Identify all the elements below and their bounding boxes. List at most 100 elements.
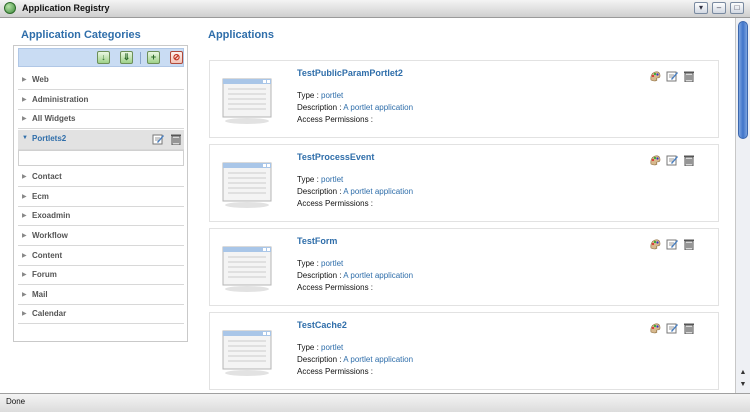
palette-icon[interactable] xyxy=(649,70,661,82)
delete-icon[interactable] xyxy=(683,70,695,82)
application-type: Type : portlet xyxy=(297,91,344,100)
scroll-up-arrow-icon[interactable]: ▲ xyxy=(738,368,748,378)
minimize-button[interactable]: – xyxy=(712,2,726,14)
card-actions xyxy=(649,154,699,168)
card-actions xyxy=(649,322,699,336)
application-name[interactable]: TestProcessEvent xyxy=(297,152,374,162)
status-bar: Done xyxy=(0,393,750,412)
categories-title: Application Categories xyxy=(21,29,141,41)
category-calendar[interactable]: ▶ Calendar xyxy=(18,305,184,324)
application-card[interactable]: TestPublicParamPortlet2 Type : portlet D… xyxy=(209,60,719,138)
portlet-thumbnail-icon xyxy=(222,78,272,124)
application-description: Description : A portlet application xyxy=(297,271,414,280)
category-label: All Widgets xyxy=(32,114,76,123)
edit-icon[interactable] xyxy=(666,322,678,334)
remove-icon[interactable]: ⊘ xyxy=(170,51,183,64)
application-description: Description : A portlet application xyxy=(297,355,414,364)
category-label: Web xyxy=(32,75,49,84)
category-label: Administration xyxy=(32,95,89,104)
application-access: Access Permissions : xyxy=(297,115,374,124)
card-actions xyxy=(649,238,699,252)
edit-icon[interactable] xyxy=(666,70,678,82)
category-label: Calendar xyxy=(32,309,67,318)
app-icon xyxy=(4,2,16,14)
palette-icon[interactable] xyxy=(649,238,661,250)
expanded-arrow-icon: ▼ xyxy=(22,135,28,141)
categories-toolbar: ↓ ⇓ + ⊘ xyxy=(18,48,184,67)
application-access: Access Permissions : xyxy=(297,199,374,208)
card-actions xyxy=(649,70,699,84)
category-label: Portlets2 xyxy=(32,134,67,143)
application-type: Type : portlet xyxy=(297,175,344,184)
collapsed-arrow-icon: ▶ xyxy=(22,272,27,278)
collapsed-arrow-icon: ▶ xyxy=(22,233,27,239)
application-access: Access Permissions : xyxy=(297,283,374,292)
collapsed-arrow-icon: ▶ xyxy=(22,97,27,103)
collapsed-arrow-icon: ▶ xyxy=(22,292,27,298)
collapsed-arrow-icon: ▶ xyxy=(22,174,27,180)
category-workflow[interactable]: ▶ Workflow xyxy=(18,227,184,246)
collapsed-arrow-icon: ▶ xyxy=(22,311,27,317)
edit-icon[interactable] xyxy=(666,238,678,250)
category-label: Workflow xyxy=(32,231,68,240)
window-titlebar[interactable]: Application Registry ▾ – □ xyxy=(0,0,750,18)
category-label: Exoadmin xyxy=(32,211,71,220)
category-label: Mail xyxy=(32,290,48,299)
add-category-icon[interactable]: + xyxy=(147,51,160,64)
collapsed-arrow-icon: ▶ xyxy=(22,213,27,219)
category-portlets2[interactable]: ▼ Portlets2 xyxy=(18,130,184,150)
application-name[interactable]: TestCache2 xyxy=(297,320,347,330)
category-content[interactable]: ▶ Content xyxy=(18,247,184,266)
application-type: Type : portlet xyxy=(297,259,344,268)
import-icon[interactable]: ↓ xyxy=(97,51,110,64)
toolbar-divider xyxy=(140,52,141,64)
expanded-category-content xyxy=(18,150,184,166)
content-area: Application Categories Applications ↓ ⇓ … xyxy=(0,18,735,393)
application-name[interactable]: TestForm xyxy=(297,236,337,246)
category-label: Content xyxy=(32,251,63,260)
category-contact[interactable]: ▶ Contact xyxy=(18,168,184,187)
application-registry-window: Application Registry ▾ – □ Application C… xyxy=(0,0,750,412)
category-label: Ecm xyxy=(32,192,49,201)
palette-icon[interactable] xyxy=(649,322,661,334)
application-type: Type : portlet xyxy=(297,343,344,352)
category-web[interactable]: ▶ Web xyxy=(18,71,184,90)
application-card[interactable]: TestCache2 Type : portlet Description : … xyxy=(209,312,719,390)
category-all-widgets[interactable]: ▶ All Widgets xyxy=(18,110,184,129)
application-description: Description : A portlet application xyxy=(297,187,414,196)
category-administration[interactable]: ▶ Administration xyxy=(18,91,184,110)
categories-panel: ↓ ⇓ + ⊘ ▶ Web ▶ Administration ▶ All Wid… xyxy=(13,45,188,342)
delete-icon[interactable] xyxy=(683,322,695,334)
edit-icon[interactable] xyxy=(152,133,164,145)
portlet-thumbnail-icon xyxy=(222,162,272,208)
application-description: Description : A portlet application xyxy=(297,103,414,112)
window-menu-button[interactable]: ▾ xyxy=(694,2,708,14)
application-access: Access Permissions : xyxy=(297,367,374,376)
status-text: Done xyxy=(6,397,26,406)
application-card[interactable]: TestForm Type : portlet Description : A … xyxy=(209,228,719,306)
application-card[interactable]: TestProcessEvent Type : portlet Descript… xyxy=(209,144,719,222)
scroll-down-arrow-icon[interactable]: ▼ xyxy=(738,380,748,390)
delete-icon[interactable] xyxy=(170,133,182,145)
collapsed-arrow-icon: ▶ xyxy=(22,116,27,122)
edit-icon[interactable] xyxy=(666,154,678,166)
application-name[interactable]: TestPublicParamPortlet2 xyxy=(297,68,403,78)
category-label: Contact xyxy=(32,172,62,181)
vertical-scrollbar[interactable]: ▲ ▼ xyxy=(735,18,750,393)
applications-title: Applications xyxy=(208,29,275,41)
scrollbar-thumb[interactable] xyxy=(738,21,748,139)
category-label: Forum xyxy=(32,270,57,279)
collapsed-arrow-icon: ▶ xyxy=(22,253,27,259)
delete-icon[interactable] xyxy=(683,154,695,166)
palette-icon[interactable] xyxy=(649,154,661,166)
import-all-icon[interactable]: ⇓ xyxy=(120,51,133,64)
portlet-thumbnail-icon xyxy=(222,246,272,292)
delete-icon[interactable] xyxy=(683,238,695,250)
maximize-button[interactable]: □ xyxy=(730,2,744,14)
category-ecm[interactable]: ▶ Ecm xyxy=(18,188,184,207)
collapsed-arrow-icon: ▶ xyxy=(22,77,27,83)
category-mail[interactable]: ▶ Mail xyxy=(18,286,184,305)
category-exoadmin[interactable]: ▶ Exoadmin xyxy=(18,207,184,226)
collapsed-arrow-icon: ▶ xyxy=(22,194,27,200)
category-forum[interactable]: ▶ Forum xyxy=(18,266,184,285)
